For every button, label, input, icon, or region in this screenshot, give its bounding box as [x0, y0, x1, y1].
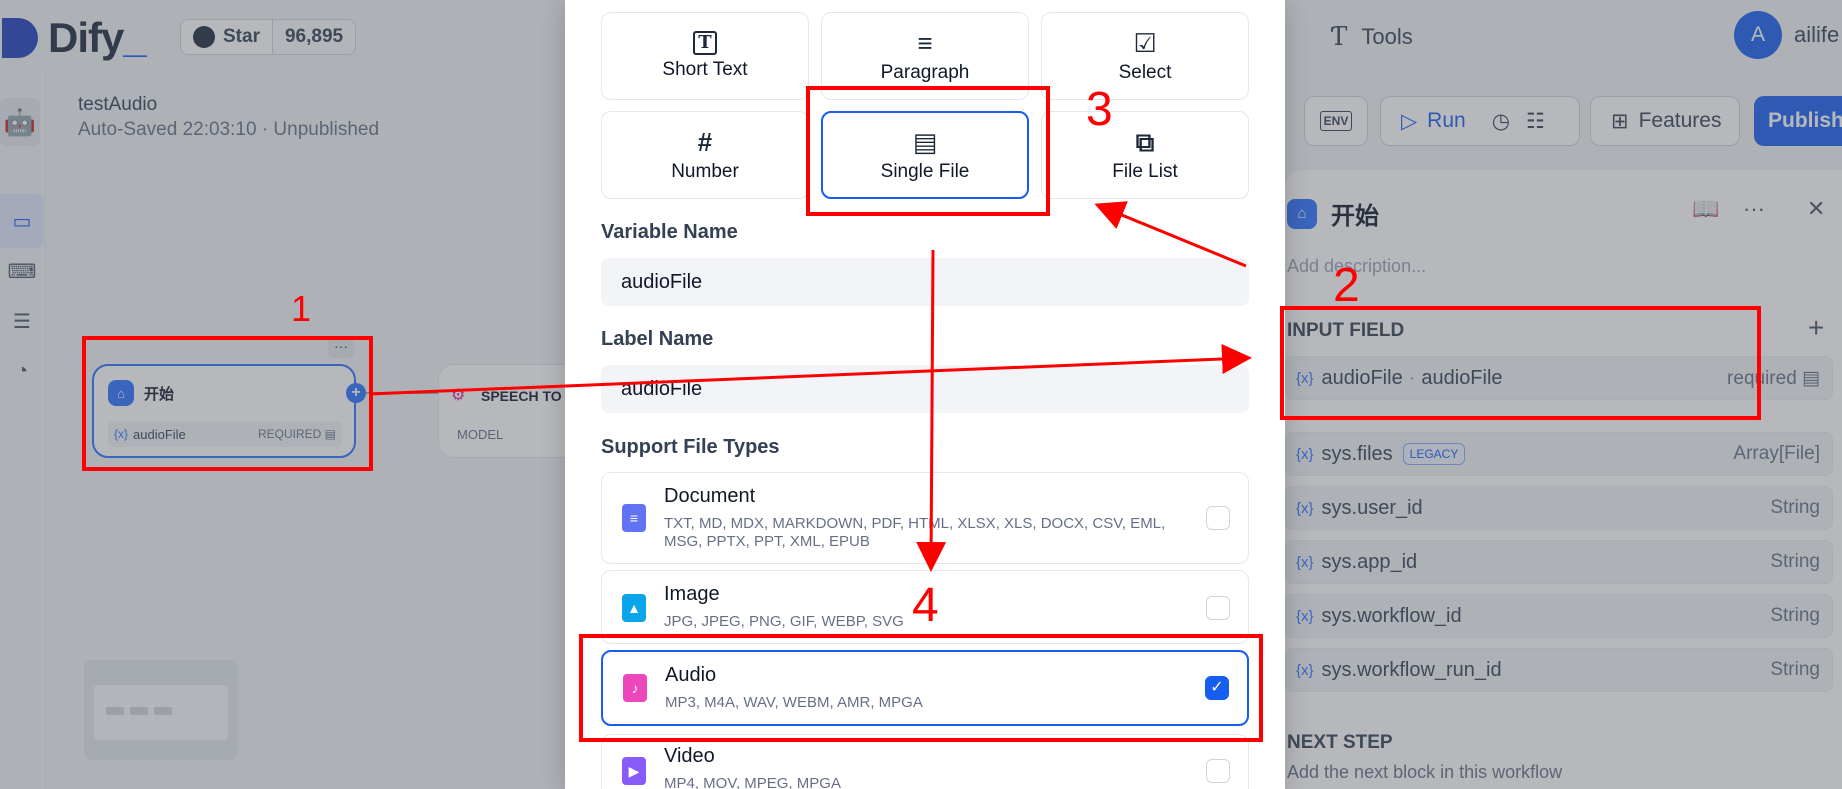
field-type-short-text[interactable]: T Short Text — [601, 12, 809, 100]
video-checkbox[interactable] — [1206, 759, 1230, 783]
support-file-types-label: Support File Types — [601, 436, 780, 458]
image-checkbox[interactable] — [1206, 596, 1230, 620]
file-list-icon: ⧉ — [1135, 127, 1155, 157]
file-type-desc: TXT, MD, MDX, MARKDOWN, PDF, HTML, XLSX,… — [664, 515, 1166, 550]
field-type-select[interactable]: ☑ Select — [1041, 12, 1249, 100]
annotation-box-3 — [806, 86, 1050, 216]
file-type-video[interactable]: ▶ Video MP4, MOV, MPEG, MPGA — [601, 734, 1249, 789]
label-name-label: Label Name — [601, 328, 714, 350]
number-icon: # — [697, 127, 713, 157]
annotation-box-1 — [82, 336, 373, 471]
annotation-box-2 — [1280, 306, 1761, 420]
file-type-document[interactable]: ≡ Document TXT, MD, MDX, MARKDOWN, PDF, … — [601, 472, 1249, 564]
select-icon: ☑ — [1133, 28, 1157, 58]
variable-name-label: Variable Name — [601, 221, 738, 243]
file-type-name: Image — [664, 583, 720, 605]
annotation-number-4: 4 — [912, 579, 939, 632]
paragraph-icon: ≡ — [917, 28, 933, 58]
label-name-input[interactable] — [601, 365, 1249, 413]
image-icon: ▲ — [622, 594, 646, 622]
field-type-label: Number — [671, 161, 739, 182]
file-type-desc: MP4, MOV, MPEG, MPGA — [664, 775, 841, 789]
document-icon: ≡ — [622, 504, 646, 532]
annotation-number-3: 3 — [1086, 83, 1113, 136]
file-type-name: Video — [664, 745, 715, 767]
variable-name-input[interactable] — [601, 258, 1249, 306]
file-type-name: Document — [664, 485, 756, 507]
field-type-number[interactable]: # Number — [601, 111, 809, 199]
field-type-file-list[interactable]: ⧉ File List — [1041, 111, 1249, 199]
field-type-label: File List — [1112, 161, 1178, 182]
annotation-box-4 — [579, 634, 1263, 742]
annotation-number-1: 1 — [291, 288, 312, 329]
document-checkbox[interactable] — [1206, 506, 1230, 530]
field-type-label: Select — [1118, 62, 1172, 83]
annotation-number-2: 2 — [1333, 259, 1360, 312]
field-type-label: Short Text — [662, 59, 748, 80]
video-icon: ▶ — [622, 757, 646, 785]
text-type-icon: T — [693, 31, 717, 55]
field-type-label: Paragraph — [880, 62, 970, 83]
